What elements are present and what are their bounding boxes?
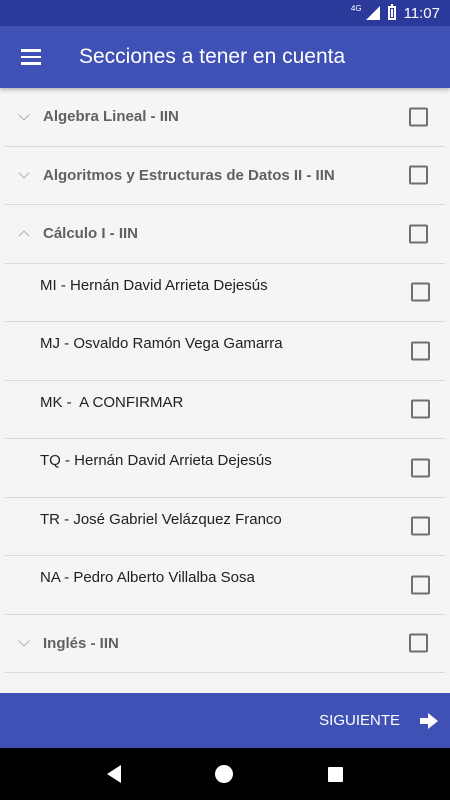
course-label: Cálculo I - IIN	[43, 225, 139, 243]
section-row[interactable]: MJ - Osvaldo Ramón Vega Gamarra	[5, 322, 445, 381]
course-list[interactable]: Algebra Lineal - IIN Algoritmos y Estruc…	[0, 88, 450, 693]
status-bar: 4G 11:07	[0, 0, 450, 26]
section-label: TR - José Gabriel Velázquez Franco	[40, 510, 282, 528]
system-navigation-bar	[0, 748, 450, 800]
section-row[interactable]: MK - A CONFIRMAR	[5, 381, 445, 439]
recent-apps-icon[interactable]	[327, 766, 343, 782]
app-bar: Secciones a tener en cuenta	[0, 26, 450, 88]
section-label: MJ - Osvaldo Ramón Vega Gamarra	[40, 335, 283, 353]
battery-icon	[387, 4, 396, 20]
home-icon[interactable]	[215, 765, 234, 783]
section-row[interactable]: TQ - Hernán David Arrieta Dejesús	[5, 439, 445, 498]
bottom-action-bar: SIGUIENTE	[0, 693, 450, 748]
course-row-algoritmos[interactable]: Algoritmos y Estructuras de Datos II - I…	[5, 147, 445, 205]
course-row-algebra-lineal[interactable]: Algebra Lineal - IIN	[5, 88, 445, 147]
section-checkbox[interactable]	[411, 516, 430, 536]
network-type: 4G	[350, 3, 362, 13]
section-label: NA - Pedro Alberto Villalba Sosa	[40, 569, 255, 587]
section-label: MK - A CONFIRMAR	[40, 393, 184, 411]
next-button[interactable]: SIGUIENTE	[319, 712, 438, 729]
section-checkbox[interactable]	[411, 575, 430, 595]
chevron-down-icon[interactable]	[5, 635, 43, 647]
next-button-label: SIGUIENTE	[319, 712, 400, 729]
clock: 11:07	[403, 4, 440, 22]
chevron-down-icon[interactable]	[5, 167, 43, 179]
signal-icon	[365, 6, 380, 20]
course-checkbox[interactable]	[409, 107, 428, 127]
section-row[interactable]: TR - José Gabriel Velázquez Franco	[5, 498, 445, 556]
back-icon[interactable]	[107, 765, 122, 783]
section-checkbox[interactable]	[411, 458, 430, 478]
course-row-ingles[interactable]: Inglés - IIN	[5, 615, 445, 673]
page-title: Secciones a tener en cuenta	[79, 45, 346, 68]
course-checkbox[interactable]	[409, 224, 428, 244]
arrow-right-icon	[420, 712, 438, 729]
section-label: MI - Hernán David Arrieta Dejesús	[40, 276, 268, 294]
section-label: TQ - Hernán David Arrieta Dejesús	[40, 452, 272, 470]
course-checkbox[interactable]	[409, 633, 428, 653]
chevron-down-icon[interactable]	[5, 109, 43, 121]
course-label: Inglés - IIN	[43, 634, 119, 652]
course-label: Algoritmos y Estructuras de Datos II - I…	[43, 166, 335, 184]
course-checkbox[interactable]	[409, 165, 428, 185]
section-row[interactable]: MI - Hernán David Arrieta Dejesús	[5, 264, 445, 322]
course-label: Algebra Lineal - IIN	[43, 108, 179, 126]
section-checkbox[interactable]	[411, 282, 430, 302]
section-row[interactable]: NA - Pedro Alberto Villalba Sosa	[5, 556, 445, 615]
chevron-up-icon[interactable]	[5, 228, 43, 242]
hamburger-menu-icon[interactable]	[0, 26, 62, 88]
course-row-calculo[interactable]: Cálculo I - IIN	[5, 205, 445, 264]
section-checkbox[interactable]	[411, 341, 430, 361]
section-checkbox[interactable]	[411, 399, 430, 419]
